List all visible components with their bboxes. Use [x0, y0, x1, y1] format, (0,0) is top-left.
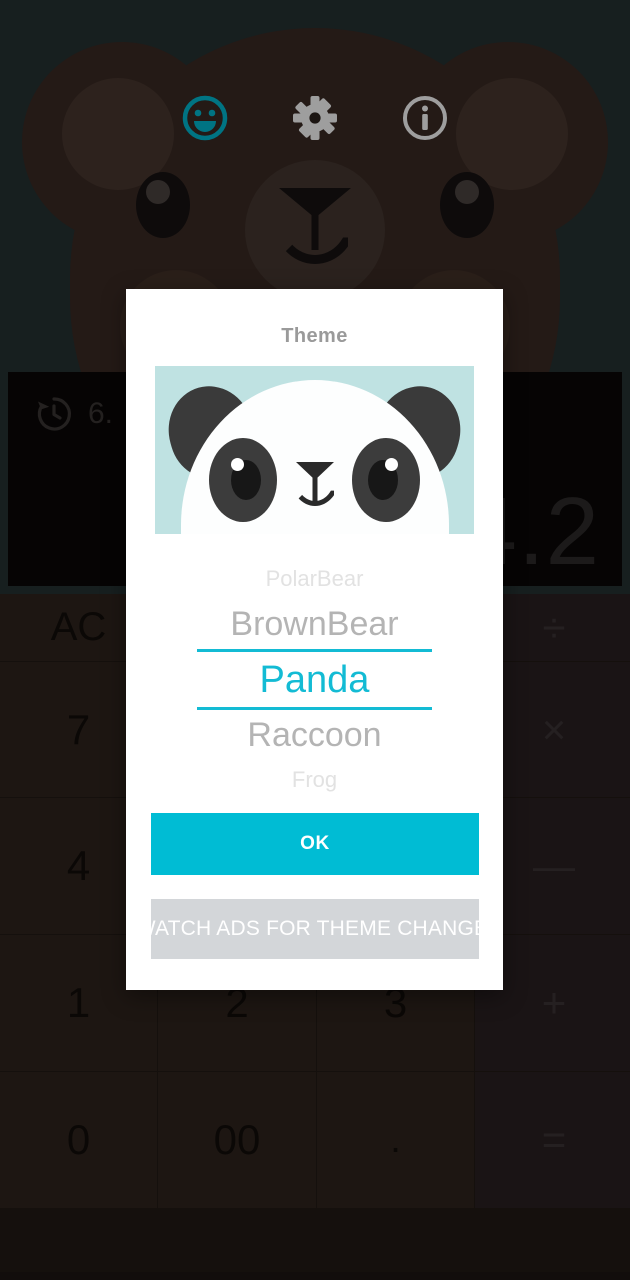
dialog-title: Theme: [281, 325, 348, 347]
spinner-item-panda-selected[interactable]: Panda: [197, 652, 432, 707]
spinner-item-brownbear[interactable]: BrownBear: [126, 599, 503, 649]
theme-spinner[interactable]: PolarBear BrownBear Panda Raccoon Frog: [126, 559, 503, 794]
app-screen: 6. 4.2 AC ÷ 7 8 9 × 4 5 6 — 1 2 3 + 0 00…: [0, 0, 630, 1280]
panda-eye-highlight-right: [385, 458, 398, 471]
panda-eye-highlight-left: [231, 458, 244, 471]
theme-dialog: Theme PolarBear BrownBear Panda Raccoon …: [126, 289, 503, 990]
spinner-item-raccoon[interactable]: Raccoon: [126, 710, 503, 760]
ok-button[interactable]: OK: [151, 813, 479, 875]
watch-ads-button[interactable]: WATCH ADS FOR THEME CHANGE.: [136, 899, 494, 959]
theme-preview-image: [155, 366, 474, 534]
spinner-item-frog[interactable]: Frog: [126, 760, 503, 800]
spinner-item-polarbear[interactable]: PolarBear: [126, 559, 503, 599]
spinner-selection-frame: Panda: [197, 649, 432, 710]
